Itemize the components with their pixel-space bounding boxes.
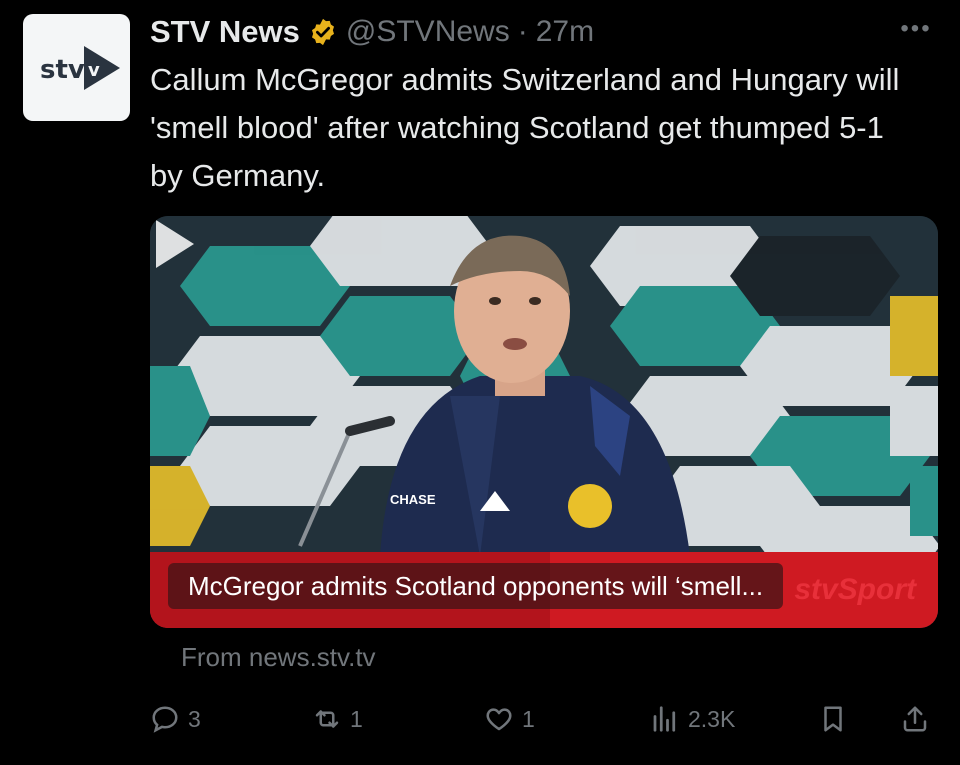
views-button[interactable]: 2.3K — [650, 695, 735, 743]
svg-text:v: v — [88, 60, 100, 81]
svg-text:stv: stv — [40, 55, 85, 85]
views-icon — [653, 706, 676, 732]
tweet: stv v STV News @STVNews · 27m ••• Callum… — [0, 0, 960, 765]
bookmark-icon — [824, 706, 842, 732]
tweet-header: STV News @STVNews · 27m — [150, 10, 594, 54]
verified-badge-icon — [311, 18, 334, 46]
bookmark-button[interactable] — [818, 695, 848, 743]
card-source-link[interactable]: From news.stv.tv — [181, 642, 376, 673]
handle[interactable]: @STVNews — [346, 15, 510, 49]
like-button[interactable]: 1 — [484, 695, 535, 743]
reply-button[interactable]: 3 — [150, 695, 201, 743]
repost-button[interactable]: 1 — [312, 695, 363, 743]
display-name[interactable]: STV News — [150, 14, 300, 50]
play-icon[interactable] — [150, 216, 198, 272]
avatar[interactable]: stv v — [23, 14, 130, 121]
brand-label: stvSport — [794, 573, 916, 606]
stv-logo-icon: stv v — [40, 45, 120, 90]
more-options-button[interactable]: ••• — [898, 14, 934, 44]
like-count: 1 — [522, 705, 535, 732]
svg-text:CHASE: CHASE — [390, 492, 436, 507]
tweet-actions: 3 1 1 2.3K — [150, 695, 940, 745]
repost-count: 1 — [350, 705, 363, 732]
share-icon — [903, 706, 927, 732]
repost-icon — [315, 710, 339, 728]
tweet-text: Callum McGregor admits Switzerland and H… — [150, 62, 900, 193]
heart-icon — [486, 708, 512, 731]
reply-icon — [152, 706, 178, 733]
more-icon: ••• — [900, 15, 932, 42]
separator-dot: · — [517, 15, 528, 48]
reply-count: 3 — [188, 705, 201, 732]
link-card-image[interactable]: CHASE McGregor admits Scotland opponents… — [150, 216, 938, 628]
timestamp[interactable]: 27m — [536, 15, 594, 49]
card-caption: McGregor admits Scotland opponents will … — [168, 563, 784, 609]
share-button[interactable] — [900, 695, 930, 743]
views-count: 2.3K — [688, 705, 736, 732]
